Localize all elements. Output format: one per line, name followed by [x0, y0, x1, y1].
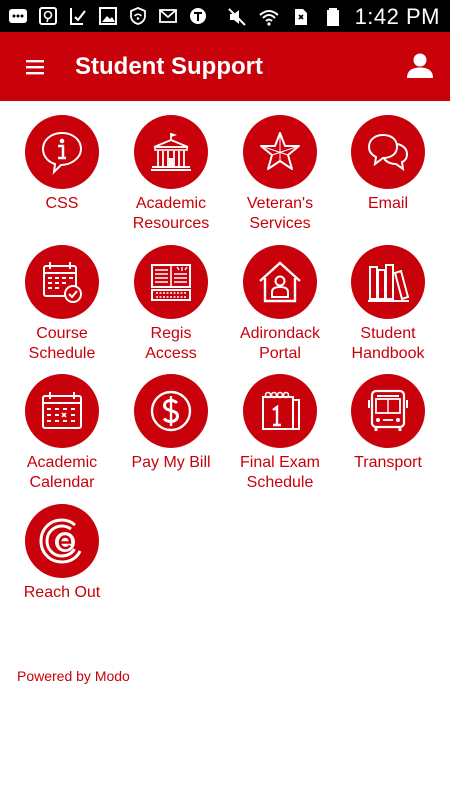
chat-bubbles-icon	[367, 133, 409, 172]
tile-reach-out[interactable]: Reach Out	[7, 504, 117, 603]
tile-label: Academic Calendar	[26, 454, 98, 491]
tile-icon-circle	[134, 115, 208, 189]
star-icon	[260, 132, 300, 170]
tile-icon-circle	[25, 504, 99, 578]
more-icon	[8, 6, 28, 26]
tile-label: Email	[367, 195, 408, 212]
email-icon	[158, 6, 178, 26]
reach-out-logo-icon	[39, 518, 82, 564]
book-keyboard-icon	[151, 264, 191, 301]
dollar-icon	[150, 390, 192, 432]
tile-academic-resources[interactable]: Academic Resources	[116, 115, 226, 234]
tile-academic-calendar[interactable]: Academic Calendar	[7, 374, 117, 493]
tile-css[interactable]: CSS	[7, 115, 117, 214]
system-icons: 1:42 PM	[227, 4, 440, 30]
tile-email[interactable]: Email	[333, 115, 443, 214]
status-bar: 1:42 PM	[0, 0, 450, 32]
tile-student-handbook[interactable]: Student Handbook	[333, 245, 443, 364]
tile-pay-my-bill[interactable]: Pay My Bill	[116, 374, 226, 473]
tile-icon-circle	[351, 245, 425, 319]
notepad-icon	[262, 391, 300, 430]
calendar-icon	[42, 392, 82, 429]
shield-wifi-icon	[128, 6, 148, 26]
page-title: Student Support	[75, 53, 263, 80]
tile-icon-circle	[243, 115, 317, 189]
clipboard-check-icon	[68, 6, 88, 26]
tile-label: Adirondack Portal	[239, 325, 321, 362]
hamburger-menu-icon[interactable]	[22, 56, 48, 78]
house-person-icon	[259, 261, 301, 303]
messenger-icon	[38, 6, 58, 26]
tile-label: Regis Access	[145, 325, 197, 362]
tile-label: Course Schedule	[28, 325, 96, 362]
app-bar: Student Support	[0, 32, 450, 101]
sim-icon	[291, 7, 311, 27]
powered-by-link[interactable]: Powered by Modo	[17, 668, 130, 684]
tile-label: Transport	[354, 454, 422, 471]
tile-transport[interactable]: Transport	[333, 374, 443, 473]
person-icon[interactable]	[404, 50, 436, 82]
tile-icon-circle	[25, 374, 99, 448]
clock: 1:42 PM	[354, 4, 440, 29]
info-speech-icon	[41, 131, 83, 175]
tile-label: CSS	[45, 195, 79, 212]
tile-icon-circle	[134, 245, 208, 319]
tile-label: Student Handbook	[351, 325, 425, 362]
tile-adirondack-portal[interactable]: Adirondack Portal	[225, 245, 335, 364]
building-icon	[151, 133, 191, 171]
notification-icons	[8, 6, 208, 26]
tile-regis-access[interactable]: Regis Access	[116, 245, 226, 364]
tile-label: Pay My Bill	[131, 454, 211, 471]
tile-icon-circle	[351, 115, 425, 189]
tile-final-exam-schedule[interactable]: Final Exam Schedule	[225, 374, 335, 493]
tile-label: Academic Resources	[132, 195, 210, 232]
bus-icon	[368, 389, 408, 431]
books-icon	[368, 264, 410, 302]
tile-icon-circle	[351, 374, 425, 448]
tile-icon-circle	[25, 115, 99, 189]
tile-icon-circle	[134, 374, 208, 448]
battery-icon	[323, 7, 343, 27]
tile-icon-circle	[25, 245, 99, 319]
wifi-icon	[258, 7, 279, 27]
image-icon	[98, 6, 118, 26]
tile-veterans-services[interactable]: Veteran's Services	[225, 115, 335, 234]
tile-course-schedule[interactable]: Course Schedule	[7, 245, 117, 364]
mute-icon	[227, 7, 247, 27]
translate-icon	[188, 6, 208, 26]
tile-icon-circle	[243, 245, 317, 319]
tile-label: Final Exam Schedule	[239, 454, 321, 491]
tile-icon-circle	[243, 374, 317, 448]
tile-label: Veteran's Services	[246, 195, 314, 232]
tile-label: Reach Out	[23, 584, 101, 601]
calendar-check-icon	[43, 262, 82, 303]
